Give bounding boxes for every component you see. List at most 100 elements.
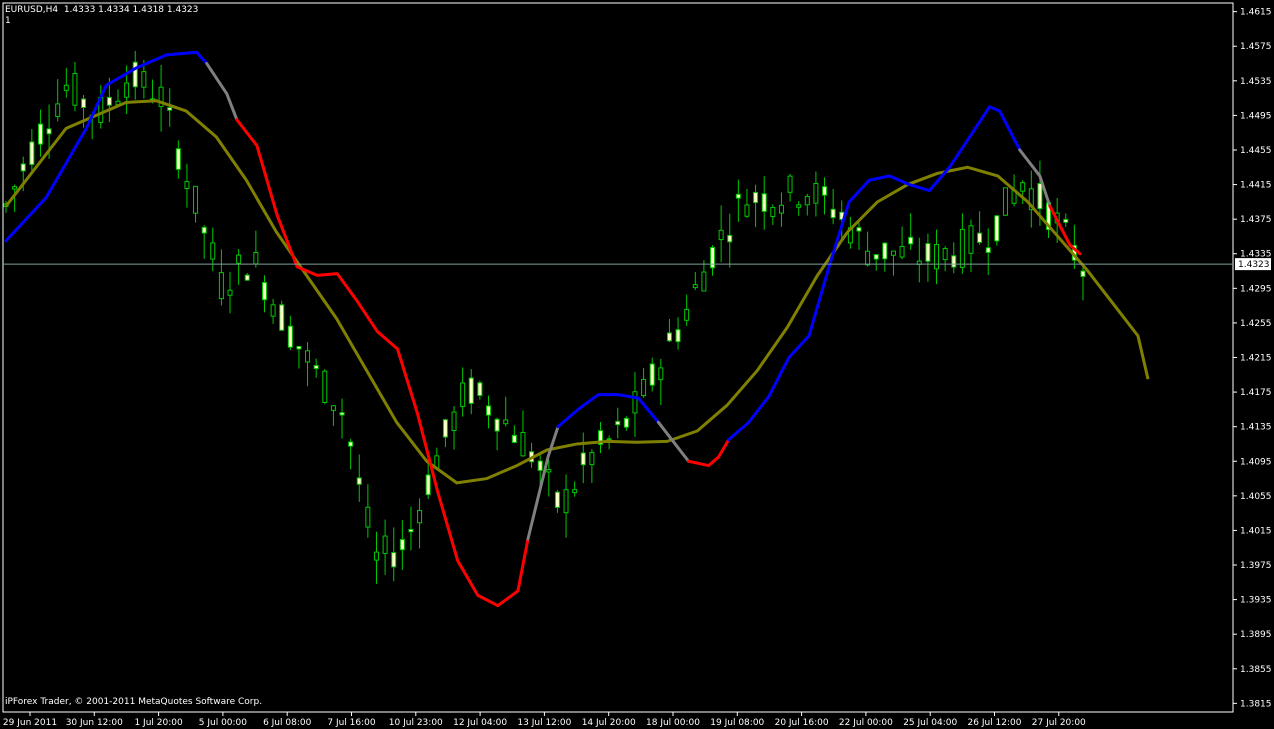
candle-body — [382, 535, 388, 554]
candle-body — [244, 274, 250, 281]
candle-body — [287, 325, 293, 348]
y-tick-label: 1.4455 — [1240, 146, 1272, 156]
candle-body — [718, 229, 724, 241]
fast-ma-segment-blue — [556, 393, 660, 429]
fast-ma-segment-gray — [205, 62, 239, 122]
y-tick-label: 1.3935 — [1240, 596, 1272, 606]
candle-body — [330, 405, 336, 411]
indicator-label: 1 — [5, 16, 11, 26]
candle-body — [451, 411, 457, 431]
candle-body — [425, 474, 431, 496]
candle-body — [770, 206, 776, 217]
candle-body — [365, 506, 371, 528]
candle-body — [399, 539, 405, 551]
candle-body — [201, 226, 207, 234]
candle-body — [632, 391, 638, 414]
y-tick-label: 1.4175 — [1240, 388, 1272, 398]
x-tick-label: 26 Jul 12:00 — [968, 718, 1022, 728]
candle-body — [796, 204, 802, 208]
plot-frame — [2, 2, 1234, 713]
candle-body — [1020, 182, 1026, 192]
candle-body — [442, 419, 448, 438]
candle-body — [606, 438, 612, 441]
candle-body — [882, 242, 888, 260]
candle-body — [994, 215, 1000, 242]
candle-body — [615, 420, 621, 426]
x-tick-label: 13 Jul 12:00 — [517, 718, 571, 728]
fast-ma-segment-blue — [727, 105, 1022, 442]
candle-body — [175, 148, 181, 170]
x-tick-label: 30 Jun 12:00 — [66, 718, 123, 728]
candle-body — [778, 204, 784, 214]
candle-body — [959, 228, 965, 268]
candle-body — [546, 469, 552, 473]
candle-body — [658, 367, 664, 381]
candle-body — [890, 250, 896, 256]
candle-body — [968, 225, 974, 254]
candle-body — [1063, 218, 1069, 223]
candle-body — [985, 247, 991, 253]
candle-body — [141, 71, 147, 88]
candle-body — [227, 289, 233, 296]
y-tick-label: 1.4255 — [1240, 319, 1272, 329]
price-chart[interactable]: 1.4615 1.4575 1.4535 1.4495 1.4455 1.4415 1.43… — [0, 0, 1274, 729]
x-tick-label: 12 Jul 04:00 — [453, 718, 507, 728]
y-tick-label: 1.4415 — [1240, 181, 1272, 191]
fast-ma-segment-blue — [4, 50, 209, 243]
candle-body — [485, 405, 491, 416]
x-tick-label: 22 Jul 00:00 — [839, 718, 893, 728]
y-tick-label: 1.3815 — [1240, 699, 1272, 709]
candle-body — [908, 236, 914, 245]
candle-body — [279, 304, 285, 331]
candle-body — [934, 243, 940, 270]
candle-body — [761, 193, 767, 212]
candle-body — [72, 73, 78, 106]
x-tick-label: 18 Jul 00:00 — [646, 718, 700, 728]
candle-body — [12, 186, 18, 190]
candle-body — [1002, 187, 1008, 216]
candle-body — [623, 417, 629, 428]
candle-body — [132, 61, 138, 88]
y-tick-label: 1.4095 — [1240, 457, 1272, 467]
candle-body — [218, 272, 224, 300]
candle-body — [348, 441, 354, 447]
candle-body — [873, 254, 879, 260]
candle-body — [408, 528, 414, 533]
y-tick-label: 1.4575 — [1240, 42, 1272, 52]
candle-body — [580, 452, 586, 466]
candle-body — [830, 208, 836, 219]
candle-body — [710, 247, 716, 269]
candle-body — [822, 186, 828, 196]
candle-body — [460, 382, 466, 407]
current-price-label: 1.4323 — [1238, 260, 1270, 270]
x-tick-label: 27 Jul 20:00 — [1032, 718, 1086, 728]
x-tick-label: 10 Jul 23:00 — [389, 718, 443, 728]
candle-body — [572, 489, 578, 494]
candle-body — [63, 84, 69, 91]
candle-body — [856, 227, 862, 232]
candle-body — [744, 204, 750, 217]
y-tick-label: 1.4295 — [1240, 284, 1272, 294]
candle-body — [503, 419, 509, 425]
y-tick-label: 1.3855 — [1240, 665, 1272, 675]
y-tick-label: 1.4535 — [1240, 77, 1272, 87]
candle-body — [322, 370, 328, 403]
x-tick-label: 6 Jul 08:00 — [263, 718, 312, 728]
candle-body — [46, 128, 52, 135]
candle-body — [692, 284, 698, 289]
candle-body — [106, 96, 112, 106]
candle-body — [899, 245, 905, 258]
candle-body — [37, 123, 43, 145]
candle-body — [270, 304, 276, 317]
copyright-label: iPForex Trader, © 2001-2011 MetaQuotes S… — [5, 697, 263, 707]
candle-body — [942, 247, 948, 261]
x-tick-label: 5 Jul 00:00 — [199, 718, 248, 728]
candle-body — [313, 364, 319, 370]
candle-body — [29, 141, 35, 166]
candle-body — [727, 234, 733, 243]
y-tick-label: 1.3895 — [1240, 630, 1272, 640]
candle-body — [563, 489, 569, 514]
candle-body — [1037, 183, 1043, 210]
candle-body — [813, 182, 819, 204]
fast-ma-segment-red — [687, 438, 731, 468]
